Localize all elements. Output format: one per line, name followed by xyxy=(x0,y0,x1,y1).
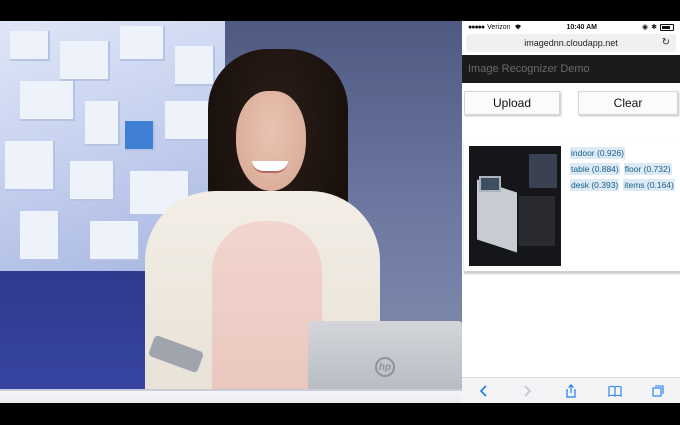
tag-items: items (0.164) xyxy=(623,179,675,191)
tag-floor: floor (0.732) xyxy=(623,163,672,175)
bluetooth-icon: ✱ xyxy=(651,24,657,31)
wifi-icon xyxy=(514,23,522,32)
tag-desk: desk (0.393) xyxy=(570,179,620,191)
uploaded-image-thumbnail xyxy=(469,146,561,266)
orientation-lock-icon: ◉ xyxy=(642,24,649,31)
tag-indoor: indoor (0.926) xyxy=(570,147,625,159)
battery-icon xyxy=(660,23,674,31)
back-icon[interactable] xyxy=(476,383,492,399)
signal-icon: ●●●●● xyxy=(468,23,485,31)
presenter-desk xyxy=(0,389,462,403)
presenter-video: hp xyxy=(0,21,462,403)
carrier-label: Verizon xyxy=(487,23,511,31)
clock: 10:40 AM xyxy=(566,23,597,31)
safari-toolbar xyxy=(462,377,680,403)
url-text: imagednn.cloudapp.net xyxy=(524,38,618,48)
ios-status-bar: ●●●●● Verizon 10:40 AM ◉ ✱ xyxy=(462,21,680,33)
app-title: Image Recognizer Demo xyxy=(468,63,590,75)
clear-button[interactable]: Clear xyxy=(578,91,678,115)
laptop xyxy=(308,321,462,389)
app-header: Image Recognizer Demo xyxy=(462,55,680,83)
reload-icon[interactable]: ↻ xyxy=(662,37,670,48)
forward-icon[interactable] xyxy=(519,383,535,399)
tag-table: table (0.884) xyxy=(570,163,620,175)
address-bar[interactable]: imagednn.cloudapp.net ↻ xyxy=(466,34,676,52)
phone-screen: ●●●●● Verizon 10:40 AM ◉ ✱ imagednn.clou… xyxy=(462,21,680,403)
upload-button[interactable]: Upload xyxy=(464,91,560,115)
result-card: indoor (0.926) table (0.884) floor (0.73… xyxy=(464,141,680,273)
share-icon[interactable] xyxy=(563,383,579,399)
bookmarks-icon[interactable] xyxy=(607,383,623,399)
tabs-icon[interactable] xyxy=(650,383,666,399)
hp-logo: hp xyxy=(375,357,395,377)
tag-list: indoor (0.926) table (0.884) floor (0.73… xyxy=(570,147,678,195)
